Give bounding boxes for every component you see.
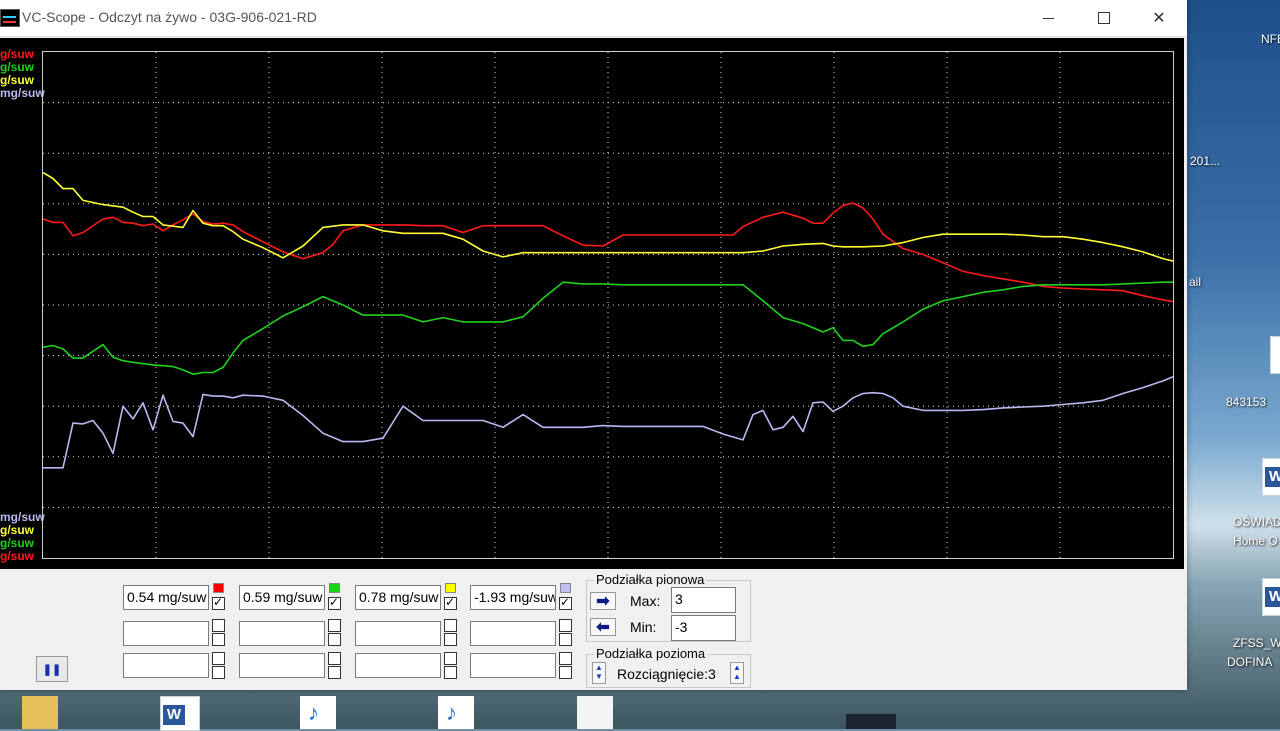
channel-slot-input[interactable]	[123, 653, 209, 678]
channel-slot-checkbox[interactable]	[212, 666, 225, 679]
scope-plot	[43, 52, 1173, 558]
stretch-decrease-button[interactable]: ▲ ▼	[592, 662, 606, 684]
stretch-label: Rozciągnięcie:3	[617, 666, 716, 682]
channel-slot-input[interactable]	[123, 621, 209, 646]
vc-scope-window: VC-Scope - Odczyt na żywo - 03G-906-021-…	[0, 0, 1187, 690]
music-file-icon[interactable]: ♪	[438, 696, 474, 729]
channel-slot-checkbox[interactable]	[444, 666, 457, 679]
desktop-label-number[interactable]: 843153	[1226, 395, 1266, 409]
channel-slot-color-box[interactable]	[444, 652, 457, 665]
top-label-lavender: mg/suw	[0, 86, 45, 100]
max-arrow-button[interactable]: ➡	[590, 592, 616, 610]
arrow-right-icon: ➡	[596, 593, 610, 610]
channel-slot-checkbox[interactable]	[212, 633, 225, 646]
bottom-label-yellow: g/suw	[0, 523, 35, 537]
channel-2-value[interactable]: 0.59 mg/suw	[239, 585, 325, 610]
word-document-icon[interactable]	[1262, 578, 1280, 616]
chevron-up-icon: ▲ ▲	[733, 663, 741, 681]
min-arrow-button[interactable]: ⬅	[590, 618, 616, 636]
channel-slot-checkbox[interactable]	[559, 666, 572, 679]
text-file-icon[interactable]	[577, 696, 613, 729]
horizontal-scale-title: Podziałka pozioma	[594, 646, 708, 661]
arrow-left-icon: ⬅	[596, 619, 610, 636]
min-label: Min:	[630, 619, 657, 635]
channel-slot-input[interactable]	[239, 653, 325, 678]
max-input[interactable]: 3	[671, 587, 736, 613]
channel-slot-checkbox[interactable]	[559, 633, 572, 646]
channel-2-color-swatch[interactable]	[329, 583, 340, 593]
maximize-icon	[1098, 12, 1110, 24]
bottom-label-green: g/suw	[0, 536, 35, 550]
desktop-label-ail[interactable]: ail	[1189, 275, 1201, 289]
channel-slot-color-box[interactable]	[559, 652, 572, 665]
channel-slot-input[interactable]	[355, 653, 441, 678]
word-document-icon[interactable]	[1262, 458, 1280, 496]
chevron-down-icon: ▲ ▼	[595, 663, 603, 681]
desktop-label-home[interactable]: Home O	[1233, 534, 1278, 548]
media-thumbnail-icon[interactable]	[846, 714, 896, 729]
minimize-icon	[1042, 17, 1054, 19]
close-button[interactable]: ✕	[1136, 0, 1182, 36]
channel-4-value[interactable]: -1.93 mg/suw	[470, 585, 556, 610]
bottom-label-lavender: mg/suw	[0, 510, 45, 524]
channel-4-checkbox[interactable]	[559, 595, 572, 610]
channel-slot-input[interactable]	[470, 653, 556, 678]
channel-slot-input[interactable]	[355, 621, 441, 646]
channel-3-value[interactable]: 0.78 mg/suw	[355, 585, 441, 610]
desktop-label-201[interactable]: 201...	[1190, 154, 1220, 168]
bottom-label-red: g/suw	[0, 549, 35, 563]
minimize-button[interactable]	[1025, 0, 1071, 36]
channel-slot-color-box[interactable]	[328, 619, 341, 632]
app-icon	[0, 9, 20, 27]
channel-slot-color-box[interactable]	[212, 619, 225, 632]
channel-2-checkbox[interactable]	[328, 595, 341, 610]
pause-button[interactable]: ❚❚	[36, 656, 68, 682]
desktop-label-oswiad[interactable]: OŚWIAD	[1233, 515, 1280, 529]
channel-3-checkbox[interactable]	[444, 595, 457, 610]
channel-4-color-swatch[interactable]	[560, 583, 571, 593]
series-line-2	[43, 281, 1173, 376]
channel-3-color-swatch[interactable]	[445, 583, 456, 593]
channel-1-value[interactable]: 0.54 mg/suw	[123, 585, 209, 610]
channel-slot-color-box[interactable]	[212, 652, 225, 665]
desktop-label-dofina[interactable]: DOFINA	[1227, 655, 1272, 669]
channel-slot-color-box[interactable]	[559, 619, 572, 632]
channel-slot-input[interactable]	[239, 621, 325, 646]
top-label-red: g/suw	[0, 47, 35, 61]
window-title: VC-Scope - Odczyt na żywo - 03G-906-021-…	[22, 9, 317, 25]
music-file-icon[interactable]: ♪	[300, 696, 336, 729]
channel-slot-checkbox[interactable]	[328, 666, 341, 679]
file-icon[interactable]	[1270, 336, 1280, 374]
channel-slot-checkbox[interactable]	[328, 633, 341, 646]
folder-icon[interactable]	[22, 696, 58, 729]
top-label-yellow: g/suw	[0, 73, 35, 87]
max-label: Max:	[630, 593, 661, 609]
min-input[interactable]: -3	[671, 615, 736, 641]
maximize-button[interactable]	[1081, 0, 1127, 36]
channel-slot-color-box[interactable]	[328, 652, 341, 665]
vertical-scale-title: Podziałka pionowa	[594, 572, 707, 587]
channel-1-checkbox[interactable]	[212, 595, 225, 610]
channel-1-color-swatch[interactable]	[213, 583, 224, 593]
channel-slot-checkbox[interactable]	[444, 633, 457, 646]
channel-slot-color-box[interactable]	[444, 619, 457, 632]
channel-slot-input[interactable]	[470, 621, 556, 646]
word-document-icon[interactable]	[160, 696, 200, 731]
title-bar[interactable]: VC-Scope - Odczyt na żywo - 03G-906-021-…	[0, 0, 1187, 37]
close-icon: ✕	[1152, 10, 1166, 27]
desktop-label-zfss[interactable]: ZFSS_W	[1233, 636, 1280, 650]
desktop-label-nfe[interactable]: NFE	[1261, 32, 1280, 46]
top-label-green: g/suw	[0, 60, 35, 74]
stretch-increase-button[interactable]: ▲ ▲	[730, 662, 744, 684]
pause-icon: ❚❚	[42, 663, 62, 676]
